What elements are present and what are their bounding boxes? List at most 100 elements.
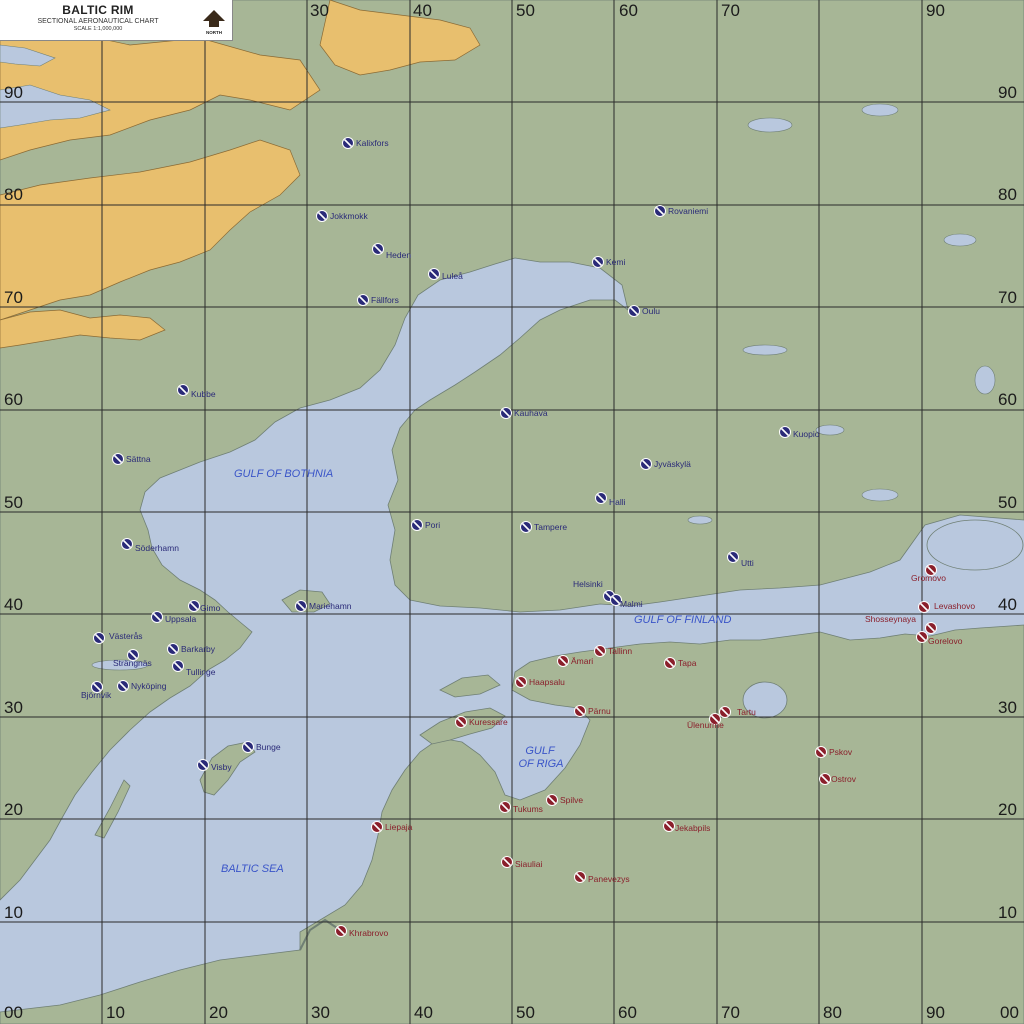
airfield-label: Tukums (513, 804, 543, 814)
map-canvas[interactable]: BALTIC RIM SECTIONAL AERONAUTICAL CHART … (0, 0, 1024, 1024)
chart-subtitle: SECTIONAL AERONAUTICAL CHART (37, 18, 159, 25)
lake-finland-8 (974, 365, 996, 395)
red-airfield-icon[interactable] (515, 676, 527, 688)
red-airfield-icon[interactable] (455, 716, 467, 728)
red-airfield-icon[interactable] (574, 871, 586, 883)
grid-label-top: 60 (619, 1, 638, 20)
blue-airfield-icon[interactable] (779, 426, 791, 438)
lake-finland-3 (815, 424, 845, 436)
lake-finland-7 (861, 103, 899, 117)
grid-label-top: 90 (926, 1, 945, 20)
lake-finland-4 (687, 515, 713, 525)
airfield-label: Kuressare (469, 717, 508, 727)
grid-label-top: 40 (413, 1, 432, 20)
lake-ladoga (926, 519, 1024, 571)
blue-airfield-icon[interactable] (628, 305, 640, 317)
airfield-label: Bunge (256, 742, 281, 752)
blue-airfield-icon[interactable] (411, 519, 423, 531)
grid-label-right: 30 (998, 698, 1017, 717)
blue-airfield-icon[interactable] (117, 680, 129, 692)
airfield-label: Strängnäs (113, 658, 152, 668)
airfield-label: Ostrov (831, 774, 857, 784)
airfield-label: Uppsala (165, 614, 197, 624)
north-label: NORTH (206, 30, 222, 35)
blue-airfield-icon[interactable] (197, 759, 209, 771)
airfield-label: Kalixfors (356, 138, 389, 148)
grid-label-top: 70 (721, 1, 740, 20)
airfield-label: Halli (609, 497, 626, 507)
red-airfield-icon[interactable] (663, 820, 675, 832)
airfield-label: Tampere (534, 522, 568, 532)
blue-airfield-icon[interactable] (428, 268, 440, 280)
blue-airfield-icon[interactable] (112, 453, 124, 465)
grid-label-right: 70 (998, 288, 1017, 307)
red-airfield-icon[interactable] (501, 856, 513, 868)
airfield-label: Gorelovo (928, 636, 963, 646)
red-airfield-icon[interactable] (918, 601, 930, 613)
label-gulf-of-riga-line1: GULF (525, 745, 555, 757)
grid-label-left: 20 (4, 800, 23, 819)
airfield-label: Mariehamn (309, 601, 352, 611)
red-airfield-icon[interactable] (546, 794, 558, 806)
red-airfield-icon[interactable] (371, 821, 383, 833)
red-airfield-icon[interactable] (664, 657, 676, 669)
blue-airfield-icon[interactable] (727, 551, 739, 563)
blue-airfield-icon[interactable] (188, 600, 200, 612)
grid-label-left: 40 (4, 595, 23, 614)
blue-airfield-icon[interactable] (357, 294, 369, 306)
airfield-label: Shosseynaya (865, 614, 917, 624)
blue-airfield-icon[interactable] (640, 458, 652, 470)
grid-label-left: 60 (4, 390, 23, 409)
airfield-label: Kubbe (191, 389, 216, 399)
red-airfield-icon[interactable] (557, 655, 569, 667)
airfield-label: Gromovo (911, 573, 946, 583)
lake-finland-6 (747, 117, 793, 133)
airfield-label: Helsinki (573, 579, 603, 589)
blue-airfield-icon[interactable] (520, 521, 532, 533)
airfield-label: Fällfors (371, 295, 399, 305)
blue-airfield-icon[interactable] (595, 492, 607, 504)
blue-airfield-icon[interactable] (242, 741, 254, 753)
airfield-label: Ülenurme (687, 720, 724, 730)
airfield-label: Kuopio (793, 429, 820, 439)
red-airfield-icon[interactable] (916, 631, 928, 643)
blue-airfield-icon[interactable] (167, 643, 179, 655)
airfield-label: Pärnu (588, 706, 611, 716)
red-airfield-icon[interactable] (594, 645, 606, 657)
blue-airfield-icon[interactable] (172, 660, 184, 672)
airfield-label: Malmi (620, 599, 643, 609)
red-airfield-icon[interactable] (335, 925, 347, 937)
blue-airfield-icon[interactable] (316, 210, 328, 222)
red-airfield-icon[interactable] (499, 801, 511, 813)
grid-label-top: 30 (310, 1, 329, 20)
grid-label-bottom: 90 (926, 1003, 945, 1022)
blue-airfield-icon[interactable] (342, 137, 354, 149)
grid-label-right: 80 (998, 185, 1017, 204)
airfield-label: Oulu (642, 306, 660, 316)
blue-airfield-icon[interactable] (177, 384, 189, 396)
grid-label-left: 50 (4, 493, 23, 512)
blue-airfield-icon[interactable] (500, 407, 512, 419)
red-airfield-icon[interactable] (925, 622, 937, 634)
airfield-label: Kemi (606, 257, 626, 267)
blue-airfield-icon[interactable] (592, 256, 604, 268)
red-airfield-icon[interactable] (819, 773, 831, 785)
red-airfield-icon[interactable] (719, 706, 731, 718)
grid-label-bottom: 00 (1000, 1003, 1019, 1022)
blue-airfield-icon[interactable] (654, 205, 666, 217)
label-gulf-of-finland: GULF OF FINLAND (634, 614, 732, 626)
blue-airfield-icon[interactable] (295, 600, 307, 612)
grid-label-right: 50 (998, 493, 1017, 512)
grid-label-right: 10 (998, 903, 1017, 922)
red-airfield-icon[interactable] (815, 746, 827, 758)
chart-scale: SCALE 1:1,000,000 (73, 26, 123, 32)
blue-airfield-icon[interactable] (372, 243, 384, 255)
blue-airfield-icon[interactable] (121, 538, 133, 550)
lake-finland-1 (861, 488, 899, 502)
blue-airfield-icon[interactable] (151, 611, 163, 623)
airfield-label: Söderhamn (135, 543, 179, 553)
red-airfield-icon[interactable] (574, 705, 586, 717)
grid-label-bottom: 10 (106, 1003, 125, 1022)
blue-airfield-icon[interactable] (93, 632, 105, 644)
airfield-label: Barkarby (181, 644, 216, 654)
